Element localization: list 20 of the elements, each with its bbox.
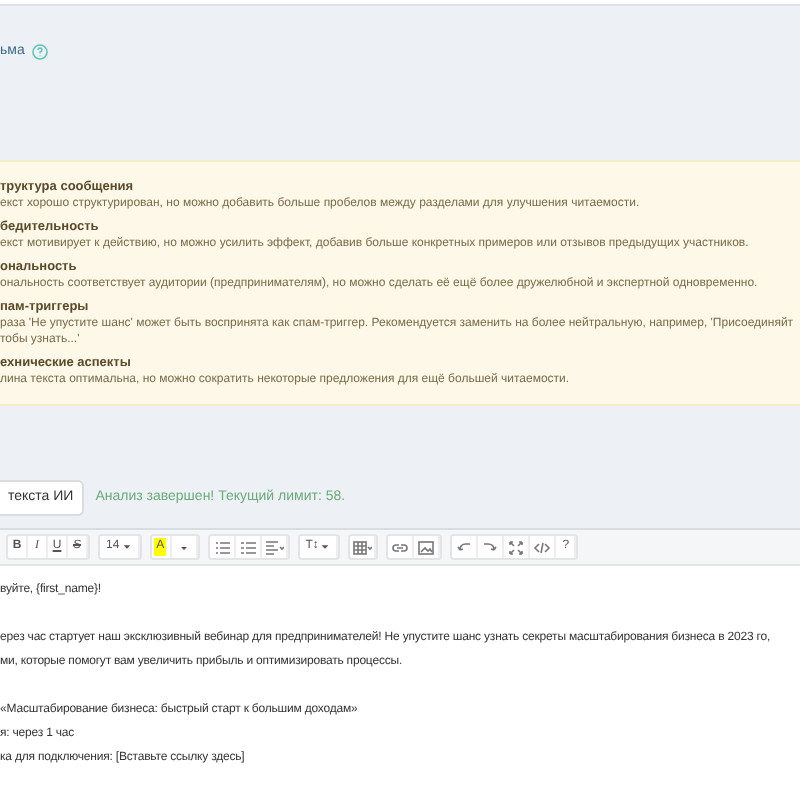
redo-icon <box>480 537 501 557</box>
redo-button[interactable] <box>478 536 505 558</box>
undo-icon <box>454 537 475 557</box>
image-icon <box>416 537 437 557</box>
code-icon <box>532 537 553 557</box>
numbered-list-icon <box>237 537 258 557</box>
caret-icon <box>121 542 132 552</box>
fullscreen-button[interactable] <box>504 536 531 558</box>
numbered-list-button[interactable] <box>235 536 262 558</box>
fullscreen-icon <box>506 537 527 557</box>
image-button[interactable] <box>414 536 441 558</box>
align-button[interactable] <box>261 536 288 558</box>
link-button[interactable] <box>388 536 415 558</box>
list-icon <box>211 537 232 557</box>
table-icon <box>352 537 373 557</box>
undo-button[interactable] <box>452 536 479 558</box>
table-button[interactable] <box>350 536 377 558</box>
code-button[interactable] <box>530 536 557 558</box>
caret-icon <box>320 542 331 552</box>
align-icon <box>263 537 284 557</box>
